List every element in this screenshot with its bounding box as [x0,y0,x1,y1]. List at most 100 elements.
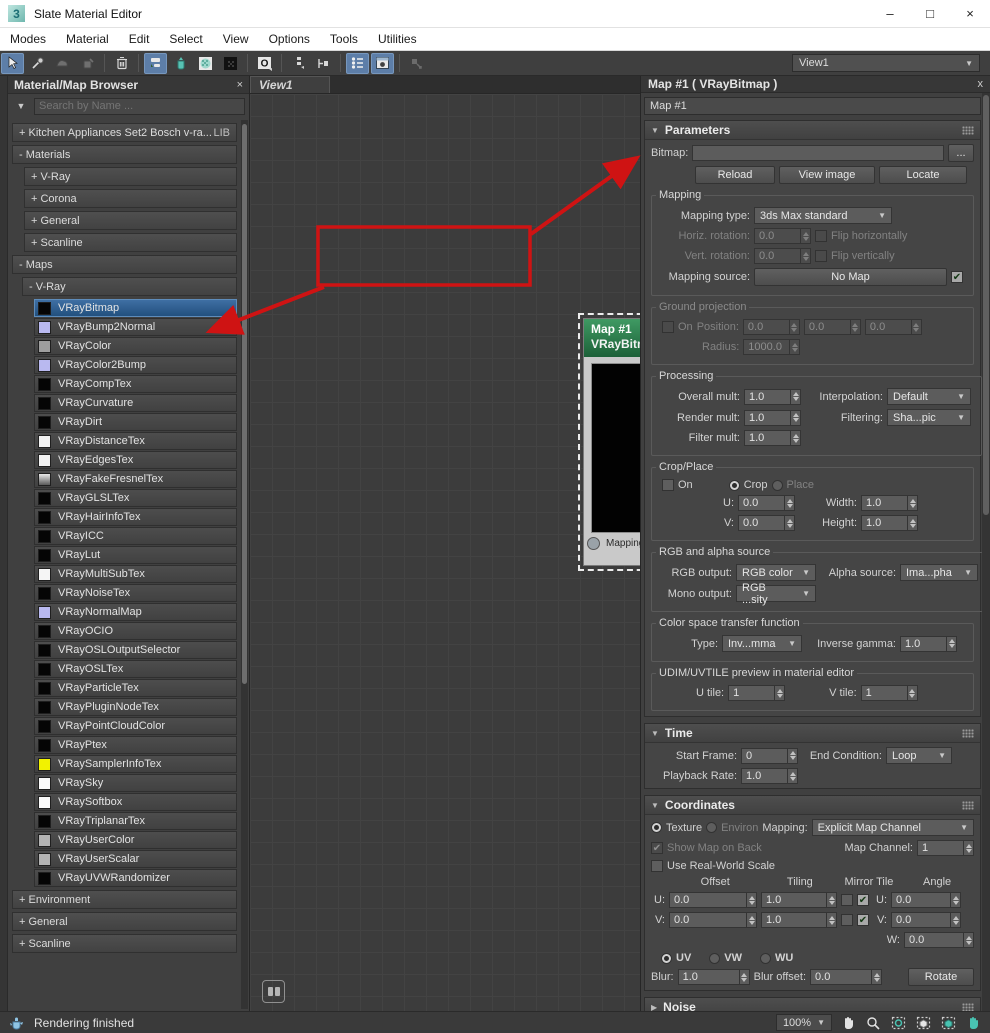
drag-grip-icon[interactable] [962,800,974,810]
browser-group[interactable]: + V-Ray [24,167,237,186]
u-offset-spinner[interactable]: 0.0 [669,892,757,908]
select-by-material-icon[interactable] [405,53,428,74]
menu-item[interactable]: Tools [320,28,368,50]
coord-mapping-dropdown[interactable]: Explicit Map Channel ▼ [811,819,974,836]
inspector-scrollbar[interactable] [982,93,990,1011]
mapping-source-button[interactable]: No Map [754,268,947,286]
browser-group[interactable]: + Corona [24,189,237,208]
delete-icon[interactable] [110,53,133,74]
zoom-level-dropdown[interactable]: 100% ▼ [775,1014,832,1031]
close-icon[interactable]: x [978,78,984,90]
put-to-scene-icon[interactable] [76,53,99,74]
list-item[interactable]: VRayOCIO [34,622,237,640]
browser-group[interactable]: + General [24,211,237,230]
list-item[interactable]: VRayColor2Bump [34,356,237,374]
v-tile-checkbox[interactable]: ✔ [857,914,869,926]
crop-radio[interactable] [728,479,740,491]
list-item[interactable]: VRayPtex [34,736,237,754]
material-map-browser-toggle-icon[interactable] [346,52,369,74]
time-rollout-header[interactable]: ▼ Time [645,724,980,743]
crop-height-spinner[interactable]: 1.0 [861,515,918,531]
list-item[interactable]: VRaySamplerInfoTex [34,755,237,773]
ground-radius-spinner[interactable]: 1000.0 [743,339,801,355]
list-item[interactable]: VRayDistanceTex [34,432,237,450]
menu-item[interactable]: Material [56,28,119,50]
environ-radio[interactable] [706,822,718,833]
start-frame-spinner[interactable]: 0 [741,747,798,764]
list-item[interactable]: VRayParticleTex [34,679,237,697]
menu-item[interactable]: Modes [0,28,56,50]
render-mult-spinner[interactable]: 1.0 [744,409,801,426]
v-offset-spinner[interactable]: 0.0 [669,912,757,928]
parameter-editor-toggle-icon[interactable] [371,52,394,74]
material-id-channel-icon[interactable]: O [253,53,276,74]
rgb-output-dropdown[interactable]: RGB color ▼ [736,564,816,581]
list-item[interactable]: VRayUVWRandomizer [34,869,237,887]
show-background-icon[interactable] [219,53,242,74]
mapping-type-dropdown[interactable]: 3ds Max standard ▼ [754,207,892,224]
browser-group[interactable]: + Scanline [24,233,237,252]
menu-item[interactable]: Options [259,28,320,50]
drag-grip-icon[interactable] [962,728,974,738]
list-item[interactable]: VRayPointCloudColor [34,717,237,735]
view-navigator-icon[interactable] [262,980,285,1003]
node-name-input[interactable] [644,97,981,115]
end-condition-dropdown[interactable]: Loop ▼ [886,747,952,764]
menu-item[interactable]: View [213,28,259,50]
ground-pos-x-spinner[interactable]: 0.0 [742,319,800,335]
list-item[interactable]: VRayColor [34,337,237,355]
filtering-dropdown[interactable]: Sha...pic ▼ [887,409,971,426]
vraybitmap-node[interactable]: Map #1 VRayBitmap − Mapping source [583,318,640,566]
parameters-rollout-header[interactable]: ▼ Parameters [645,121,980,140]
layout-children-icon[interactable] [312,53,335,74]
crop-width-spinner[interactable]: 1.0 [861,495,918,511]
list-item[interactable]: VRayGLSLTex [34,489,237,507]
wu-radio[interactable] [760,952,772,964]
list-item[interactable]: VRayLut [34,546,237,564]
blur-spinner[interactable]: 1.0 [677,969,750,985]
drag-grip-icon[interactable] [962,1002,974,1011]
drag-grip-icon[interactable] [962,125,974,135]
list-item[interactable]: VRayBitmap [34,299,237,317]
vw-radio[interactable] [709,952,721,964]
pan-to-selected-icon[interactable] [964,1014,982,1032]
u-mirror-checkbox[interactable] [841,894,853,906]
view-image-button[interactable]: View image [779,166,875,184]
list-item[interactable]: VRayNormalMap [34,603,237,621]
texture-radio[interactable] [651,822,662,833]
pick-material-icon[interactable] [26,53,49,74]
filter-mult-spinner[interactable]: 1.0 [744,430,801,446]
interpolation-dropdown[interactable]: Default ▼ [887,388,971,405]
u-angle-spinner[interactable]: 0.0 [891,892,961,908]
view-tab[interactable]: View1 [250,76,330,93]
reload-button[interactable]: Reload [695,166,775,184]
u-tiling-spinner[interactable]: 1.0 [761,892,837,908]
maximize-button[interactable]: □ [910,1,950,27]
u-tile-spinner[interactable]: 1 [728,685,786,701]
blur-offset-spinner[interactable]: 0.0 [810,969,883,985]
list-item[interactable]: VRayHairInfoTex [34,508,237,526]
search-options-icon[interactable]: ▼ [12,98,30,114]
view-selector-dropdown[interactable]: View1 ▼ [792,54,980,72]
u-tile-checkbox[interactable]: ✔ [857,894,869,906]
list-item[interactable]: VRayBump2Normal [34,318,237,336]
node-header[interactable]: Map #1 VRayBitmap − [584,319,640,357]
noise-rollout-header[interactable]: ▶ Noise [645,998,980,1011]
node-input-slot[interactable]: Mapping source [584,533,640,553]
list-item[interactable]: VRaySky [34,774,237,792]
flip-horizontally-checkbox[interactable] [815,230,827,242]
list-item[interactable]: VRayTriplanarTex [34,812,237,830]
list-item[interactable]: VRayCurvature [34,394,237,412]
transfer-type-dropdown[interactable]: Inv...mma ▼ [722,635,802,652]
place-radio[interactable] [771,479,783,491]
list-item[interactable]: VRayOSLTex [34,660,237,678]
list-item[interactable]: VRayEdgesTex [34,451,237,469]
v-tiling-spinner[interactable]: 1.0 [761,912,837,928]
list-item[interactable]: VRayDirt [34,413,237,431]
group-maps[interactable]: - Maps [12,255,237,274]
inverse-gamma-spinner[interactable]: 1.0 [900,635,957,652]
list-item[interactable]: VRayCompTex [34,375,237,393]
mapping-source-checkbox[interactable]: ✔ [951,271,963,283]
input-socket-icon[interactable] [587,536,600,550]
crop-u-spinner[interactable]: 0.0 [738,495,795,511]
